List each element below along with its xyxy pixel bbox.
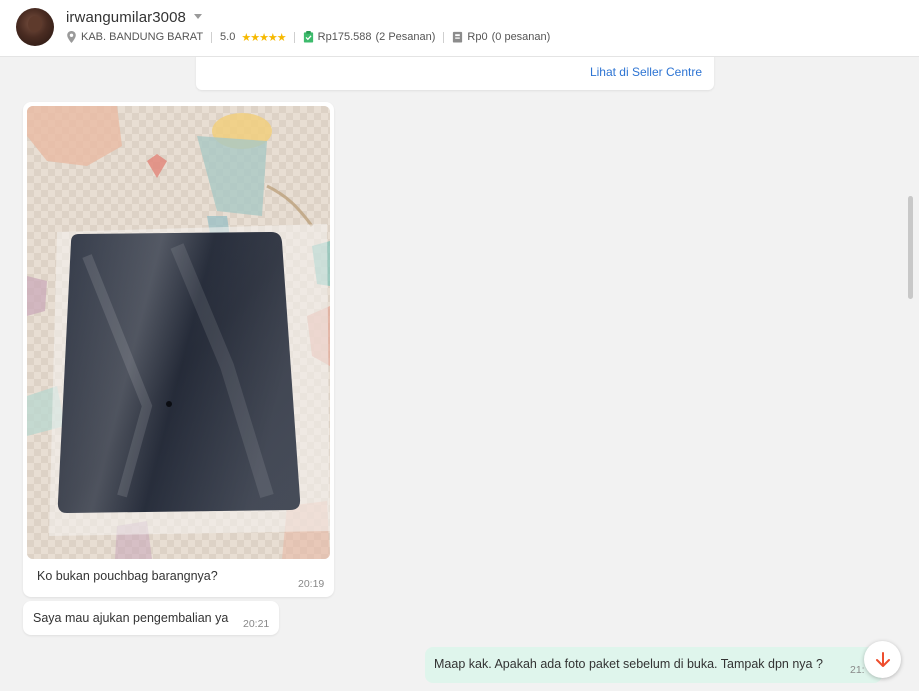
chat-body[interactable]: Lihat di Seller Centre Ko bukan pouchbag… [0, 57, 919, 691]
message-photo[interactable] [27, 106, 330, 559]
product-card: Lihat di Seller Centre [196, 57, 714, 90]
message-text: Saya mau ajukan pengembalian ya [33, 611, 229, 625]
rating-value: 5.0 [220, 31, 236, 43]
divider [211, 31, 213, 43]
scroll-to-bottom-button[interactable] [864, 641, 901, 678]
clipboard-check-icon [303, 31, 313, 43]
chat-header: irwangumilar3008 KAB. BANDUNG BARAT 5.0 … [0, 0, 919, 57]
scrollbar-thumb[interactable] [908, 196, 913, 299]
location-text: KAB. BANDUNG BARAT [81, 31, 204, 43]
completed-amount: Rp175.588 [317, 31, 372, 43]
chevron-down-icon[interactable] [194, 14, 202, 19]
pending-amount: Rp0 [467, 31, 488, 43]
package-icon [453, 31, 463, 43]
incoming-message-bubble: Saya mau ajukan pengembalian ya 20:21 [23, 601, 279, 635]
user-meta: KAB. BANDUNG BARAT 5.0 ★★★★★ Rp175.588 (… [66, 30, 550, 44]
location-pin-icon [67, 31, 76, 43]
seller-centre-link[interactable]: Lihat di Seller Centre [590, 65, 702, 79]
rating-stars-icon: ★★★★★ [241, 31, 286, 44]
message-time: 20:19 [298, 578, 325, 590]
image-message-bubble: Ko bukan pouchbag barangnya? 20:19 [23, 102, 334, 597]
arrow-down-icon [875, 651, 890, 667]
divider [293, 31, 295, 43]
photo-image [27, 106, 330, 559]
divider [443, 31, 445, 43]
message-text: Ko bukan pouchbag barangnya? [37, 569, 218, 583]
user-avatar[interactable] [16, 8, 54, 46]
completed-orders: (2 Pesanan) [375, 31, 436, 43]
pending-orders: (0 pesanan) [491, 31, 551, 43]
message-text: Maap kak. Apakah ada foto paket sebelum … [434, 657, 823, 671]
outgoing-message-bubble: Maap kak. Apakah ada foto paket sebelum … [425, 647, 882, 683]
message-time: 21: [850, 664, 865, 676]
username[interactable]: irwangumilar3008 [66, 9, 186, 26]
message-time: 20:21 [243, 618, 270, 630]
